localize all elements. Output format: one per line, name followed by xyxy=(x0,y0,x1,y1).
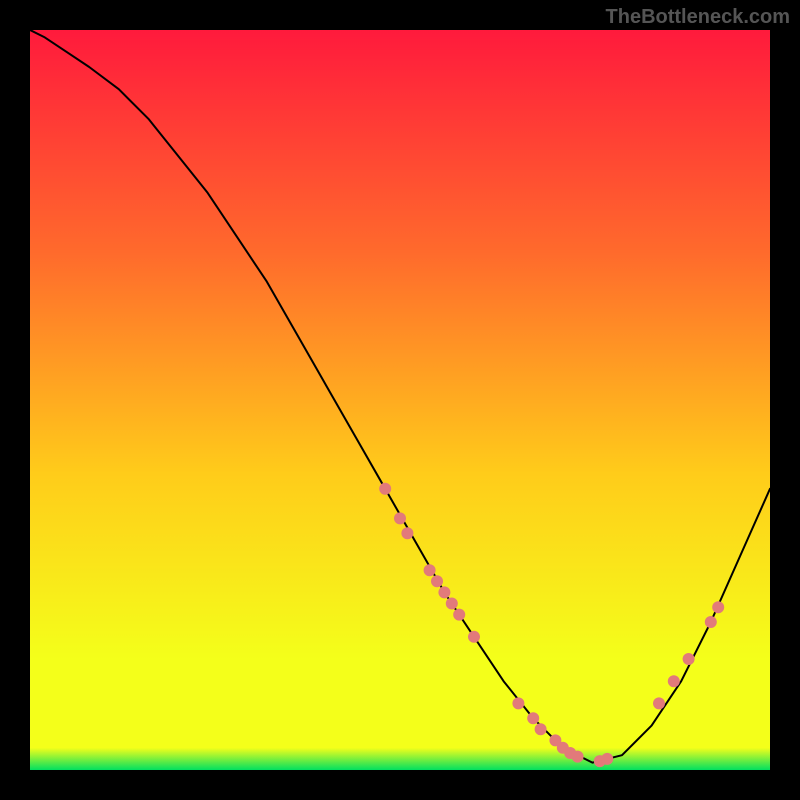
highlight-dot xyxy=(401,527,413,539)
gradient-background xyxy=(30,30,770,770)
highlight-dot xyxy=(468,631,480,643)
watermark-text: TheBottleneck.com xyxy=(606,6,790,29)
highlight-dot xyxy=(527,712,539,724)
highlight-dot xyxy=(705,616,717,628)
chart-plot-area xyxy=(30,30,770,770)
highlight-dot xyxy=(424,564,436,576)
highlight-dot xyxy=(668,675,680,687)
highlight-dot xyxy=(653,697,665,709)
highlight-dot xyxy=(535,723,547,735)
highlight-dot xyxy=(379,483,391,495)
highlight-dot xyxy=(431,575,443,587)
highlight-dot xyxy=(512,697,524,709)
highlight-dot xyxy=(683,653,695,665)
chart-svg xyxy=(30,30,770,770)
highlight-dot xyxy=(438,586,450,598)
highlight-dot xyxy=(572,751,584,763)
highlight-dot xyxy=(601,753,613,765)
highlight-dot xyxy=(394,512,406,524)
highlight-dot xyxy=(453,609,465,621)
highlight-dot xyxy=(712,601,724,613)
highlight-dot xyxy=(446,598,458,610)
